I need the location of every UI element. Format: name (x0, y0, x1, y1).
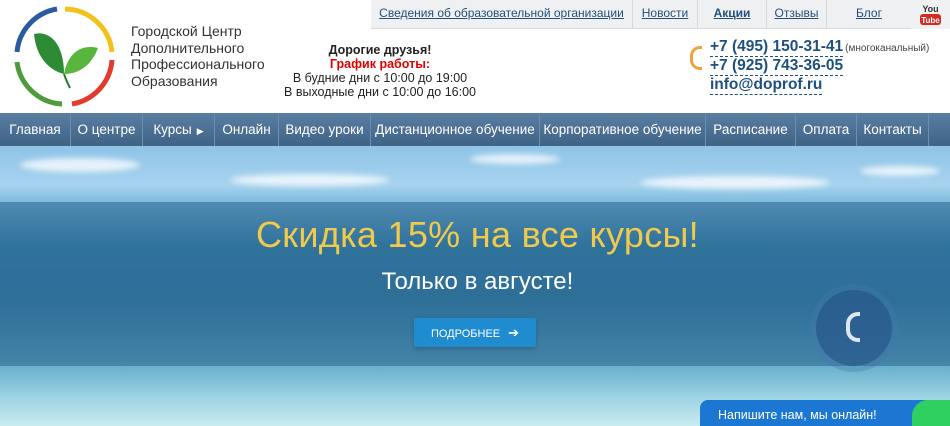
youtube-icon[interactable]: You Tube (911, 0, 950, 29)
email-link[interactable]: info@doprof.ru (710, 76, 823, 95)
nav-item-label: О центре (77, 122, 136, 137)
cloud-shape (20, 158, 140, 172)
nav-item-corporate-learning[interactable]: Корпоративное обучение (540, 113, 706, 146)
cloud-shape (470, 154, 560, 164)
phone-primary[interactable]: +7 (495) 150-31-41 (710, 38, 844, 57)
nav-item-label: Курсы (153, 122, 192, 137)
phone-primary-note: (многоканальный) (845, 43, 930, 54)
site-header: Городской Центр Дополнительного Професси… (0, 0, 950, 113)
callback-button[interactable] (816, 290, 892, 366)
top-link-promotions[interactable]: Акции (697, 0, 766, 28)
logo-icon[interactable] (12, 4, 118, 108)
notice-weekends: В выходные дни с 10:00 до 16:00 (284, 85, 476, 99)
cloud-shape (860, 166, 940, 176)
cloud-shape (640, 176, 830, 189)
nav-item-payment[interactable]: Оплата (796, 113, 857, 146)
nav-item-courses[interactable]: Курсы ▶ (143, 113, 215, 146)
hero-slider: Скидка 15% на все курсы! Только в август… (0, 146, 950, 426)
nav-item-label: Главная (9, 122, 61, 137)
svg-text:You: You (922, 4, 938, 14)
nav-item-label: Оплата (802, 122, 850, 137)
top-link-reviews[interactable]: Отзывы (766, 0, 826, 28)
notice-schedule-title: График работы: (329, 57, 431, 71)
phone-handset-icon (846, 312, 860, 342)
nav-item-distance-learning[interactable]: Дистанционное обучение (371, 113, 540, 146)
chevron-right-icon: ▶ (196, 126, 204, 136)
hero-subline: Только в августе! (381, 268, 574, 295)
phone-secondary[interactable]: +7 (925) 743-36-05 (710, 57, 844, 76)
organization-name: Городской Центр Дополнительного Професси… (131, 23, 265, 89)
nav-item-label: Видео уроки (285, 122, 364, 137)
schedule-notice: Дорогие друзья! График работы: В будние … (282, 43, 478, 99)
more-details-button[interactable]: ПОДРОБНЕЕ ➔ (414, 318, 536, 347)
nav-item-label: Корпоративное обучение (543, 122, 702, 137)
notice-greeting: Дорогие друзья! (328, 43, 432, 57)
more-details-label: ПОДРОБНЕЕ (430, 328, 501, 340)
chat-label: Напишите нам, мы онлайн! (718, 408, 877, 422)
nav-item-schedule[interactable]: Расписание (706, 113, 796, 146)
top-link-news[interactable]: Новости (632, 0, 697, 28)
notice-weekdays: В будние дни с 10:00 до 19:00 (292, 71, 468, 85)
phone-icon (690, 46, 702, 70)
nav-item-online[interactable]: Онлайн (215, 113, 279, 146)
svg-text:Tube: Tube (921, 16, 940, 25)
arrow-right-icon: ➔ (508, 325, 520, 340)
top-navigation: Сведения об образовательной организации … (371, 0, 950, 29)
nav-item-label: Расписание (713, 122, 788, 137)
nav-item-label: Онлайн (222, 122, 271, 137)
nav-item-home[interactable]: Главная (0, 113, 71, 146)
nav-item-label: Контакты (863, 122, 922, 137)
contact-block: +7 (495) 150-31-41 (многоканальный) +7 (9… (710, 38, 950, 95)
cloud-shape (230, 174, 390, 186)
nav-item-about[interactable]: О центре (71, 113, 143, 146)
top-link-organization-info[interactable]: Сведения об образовательной организации (371, 0, 632, 28)
nav-item-contacts[interactable]: Контакты (857, 113, 929, 146)
top-link-blog[interactable]: Блог (826, 0, 911, 28)
chat-status-indicator (912, 400, 950, 426)
hero-headline: Скидка 15% на все курсы! (256, 214, 699, 255)
nav-item-video-lessons[interactable]: Видео уроки (279, 113, 371, 146)
main-navigation: Главная О центре Курсы ▶ Онлайн Видео уро… (0, 113, 950, 146)
nav-item-label: Дистанционное обучение (375, 122, 535, 137)
